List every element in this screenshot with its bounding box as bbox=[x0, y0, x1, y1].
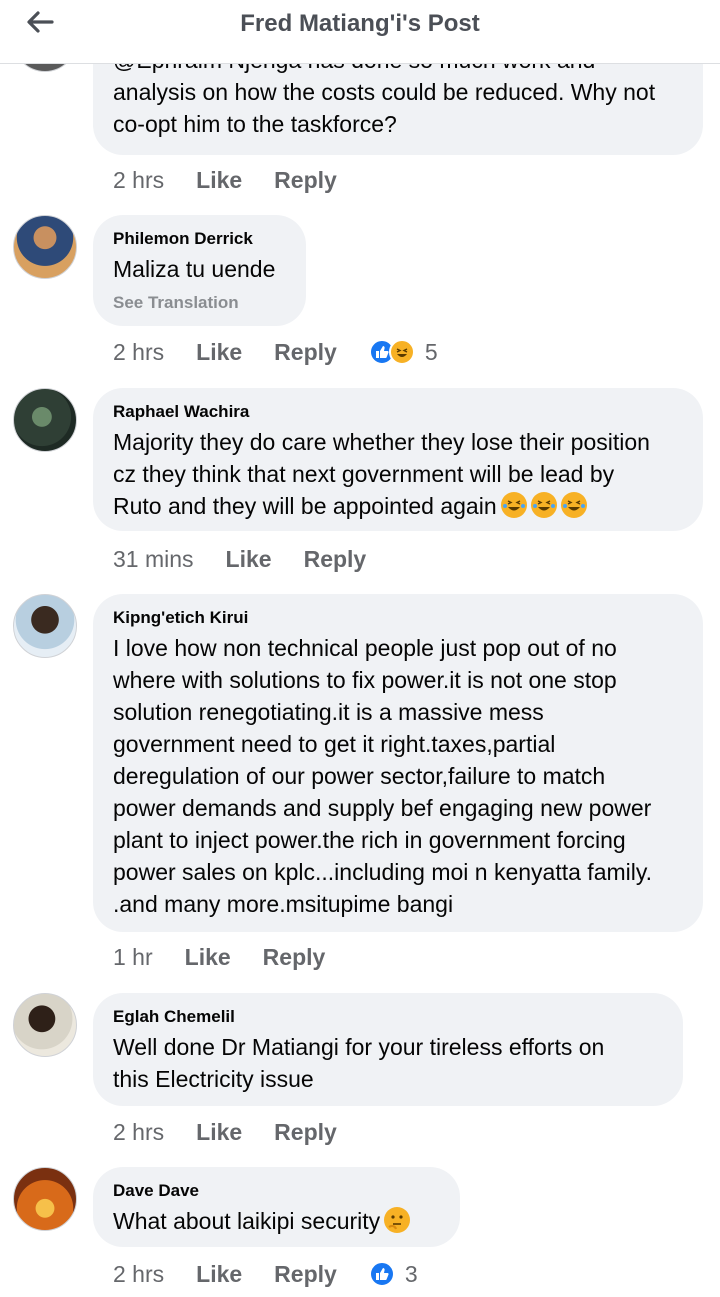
top-bar: Fred Matiang'i's Post bbox=[0, 0, 720, 64]
comment-author[interactable]: Kipng'etich Kirui bbox=[113, 608, 683, 628]
haha-icon bbox=[388, 339, 415, 365]
comment-meta: 2 hrs Like Reply 5 bbox=[113, 336, 438, 368]
tears-of-joy-emoji bbox=[530, 492, 557, 518]
like-button[interactable]: Like bbox=[196, 1119, 242, 1146]
reply-button[interactable]: Reply bbox=[274, 167, 337, 194]
comment-author[interactable]: Eglah Chemelil bbox=[113, 1007, 663, 1027]
comment-time: 1 hr bbox=[113, 943, 153, 970]
comment-bubble: Kipng'etich Kirui I love how non technic… bbox=[93, 594, 703, 932]
reaction-count: 5 bbox=[424, 338, 438, 365]
like-button[interactable]: Like bbox=[196, 339, 242, 366]
like-icon bbox=[368, 1261, 395, 1287]
reply-button[interactable]: Reply bbox=[274, 1261, 337, 1288]
comment-text-body: What about laikipi security bbox=[113, 1208, 381, 1234]
comment-bubble: Philemon Derrick Maliza tu uende See Tra… bbox=[93, 215, 306, 326]
comment-text: Maliza tu uende bbox=[113, 256, 276, 282]
comment-meta: 31 mins Like Reply bbox=[113, 543, 398, 575]
avatar[interactable] bbox=[13, 1167, 77, 1231]
comment-time: 2 hrs bbox=[113, 1260, 165, 1287]
like-button[interactable]: Like bbox=[196, 167, 242, 194]
avatar[interactable] bbox=[13, 993, 77, 1057]
comment-text: What about laikipi security bbox=[113, 1205, 440, 1237]
comment-time: 2 hrs bbox=[113, 1118, 165, 1145]
comment-bubble: Eglah Chemelil Well done Dr Matiangi for… bbox=[93, 993, 683, 1106]
avatar[interactable] bbox=[13, 215, 77, 279]
avatar[interactable] bbox=[13, 594, 77, 658]
comment-time: 2 hrs bbox=[113, 338, 165, 365]
tears-of-joy-emoji bbox=[560, 492, 587, 518]
comment-text: Majority they do care whether they lose … bbox=[113, 426, 683, 522]
comment-author[interactable]: Dave Dave bbox=[113, 1181, 440, 1201]
comment-meta: 2 hrs Like Reply bbox=[113, 1116, 369, 1148]
comment-time: 31 mins bbox=[113, 545, 194, 572]
like-button[interactable]: Like bbox=[196, 1261, 242, 1288]
page-title: Fred Matiang'i's Post bbox=[240, 10, 480, 37]
reply-button[interactable]: Reply bbox=[274, 339, 337, 366]
comment-meta: 1 hr Like Reply bbox=[113, 941, 357, 973]
reply-button[interactable]: Reply bbox=[263, 944, 326, 971]
comment-meta: 2 hrs Like Reply 3 bbox=[113, 1258, 418, 1290]
like-button[interactable]: Like bbox=[185, 944, 231, 971]
comment-author[interactable]: Philemon Derrick bbox=[113, 229, 286, 249]
comment-time: 2 hrs bbox=[113, 166, 165, 193]
reactions-summary[interactable]: 3 bbox=[368, 1260, 418, 1288]
comment-author[interactable]: Raphael Wachira bbox=[113, 402, 683, 422]
comment-text: Well done Dr Matiangi for your tireless … bbox=[113, 1034, 605, 1092]
comment-text: I love how non technical people just pop… bbox=[113, 635, 653, 917]
tears-of-joy-emoji bbox=[500, 492, 527, 518]
like-button[interactable]: Like bbox=[226, 546, 272, 573]
reaction-count: 3 bbox=[404, 1260, 418, 1287]
thinking-face-emoji bbox=[384, 1207, 411, 1233]
comment-bubble: Raphael Wachira Majority they do care wh… bbox=[93, 388, 703, 531]
reactions-summary[interactable]: 5 bbox=[368, 338, 438, 366]
see-translation-link[interactable]: See Translation bbox=[113, 293, 286, 313]
comment-meta: 2 hrs Like Reply bbox=[113, 164, 369, 196]
reply-button[interactable]: Reply bbox=[304, 546, 367, 573]
avatar[interactable] bbox=[13, 388, 77, 452]
reply-button[interactable]: Reply bbox=[274, 1119, 337, 1146]
comment-bubble: Dave Dave What about laikipi security bbox=[93, 1167, 460, 1247]
